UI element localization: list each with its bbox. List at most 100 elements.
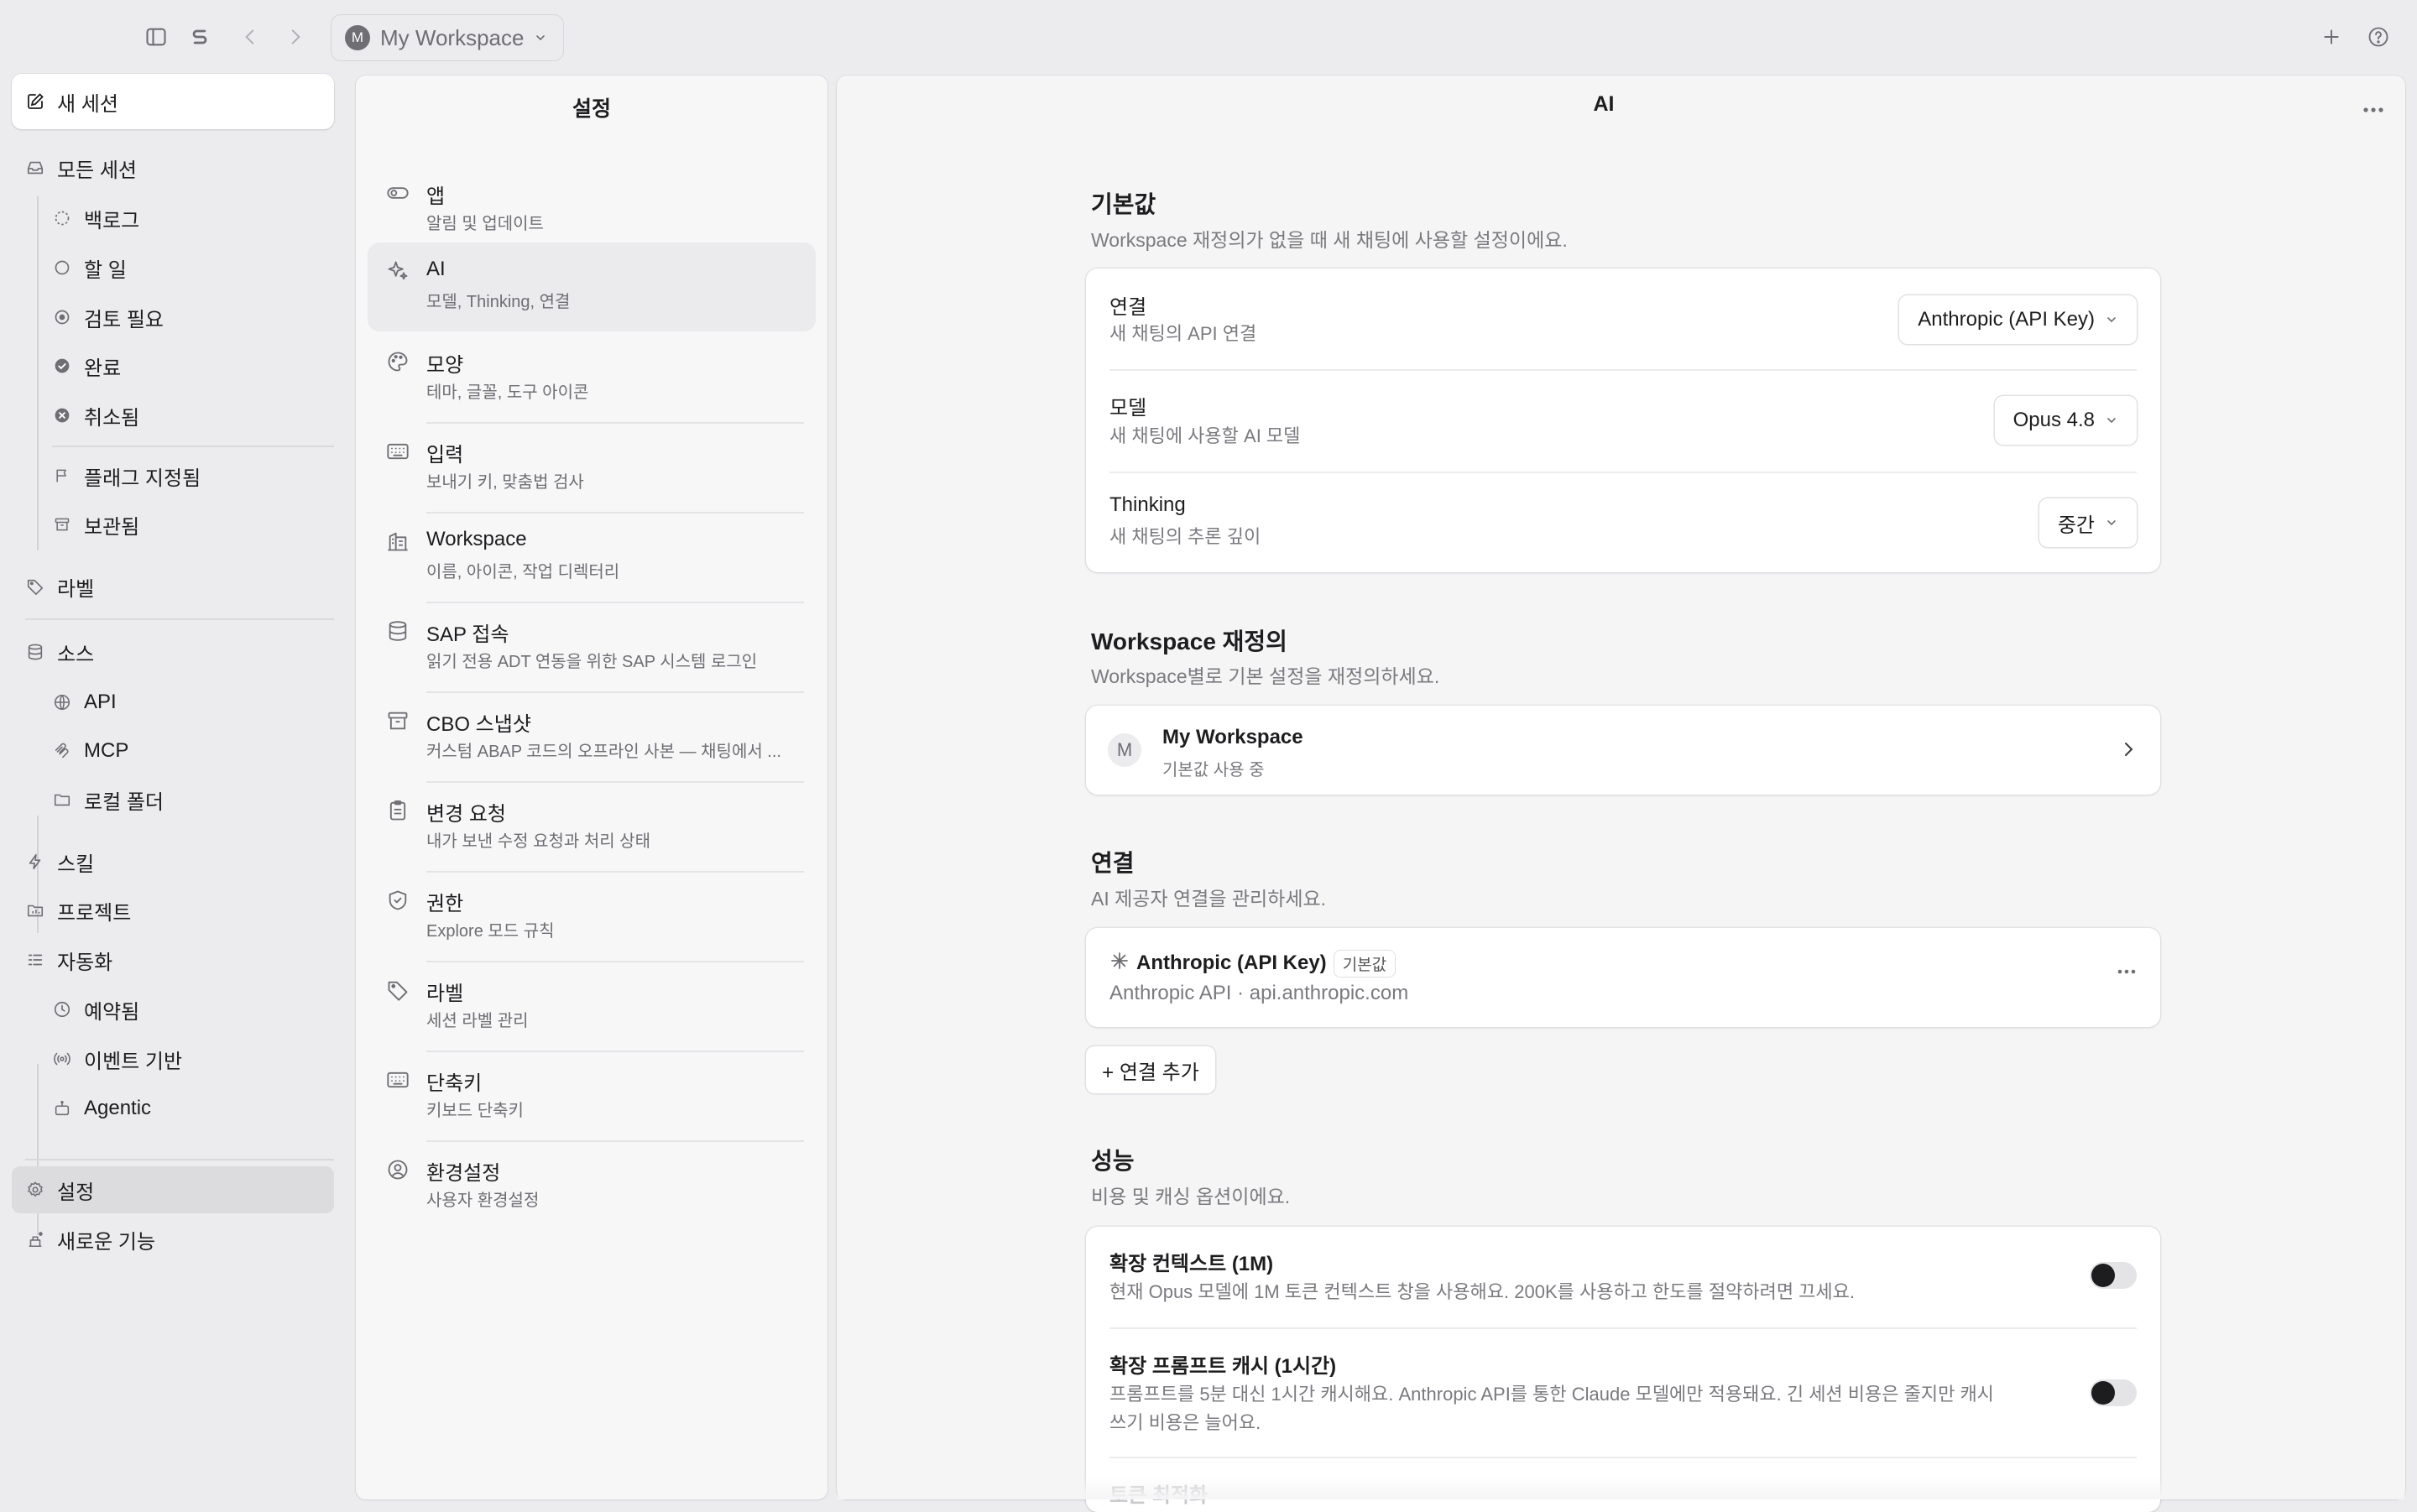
sidebar-label: 설정 [57,1181,95,1204]
connection-detail: Anthropic API · api.anthropic.com [1109,982,1409,1004]
performance-card: 확장 컨텍스트 (1M) 현재 Opus 모델에 1M 토큰 컨텍스트 창을 사… [1086,1227,2160,1512]
prompt-cache-sub-line1: 프롬프트를 5분 대신 1시간 캐시해요. Anthropic API를 통한 … [1109,1384,1994,1405]
settings-item-2[interactable]: 모양 테마, 글꼴, 도구 아이콘 [368,333,816,422]
settings-item-4[interactable]: Workspace 이름, 아이콘, 작업 디렉터리 [368,513,816,602]
sidebar-item-mcp[interactable]: MCP [12,727,334,774]
thinking-sub: 새 채팅의 추론 깊이 [1109,526,1261,547]
check-circle-icon [52,356,72,376]
more-options-icon[interactable] [2358,95,2388,125]
radio-broadcast-icon [52,1049,72,1069]
folder-chart-icon [25,900,45,920]
thinking-dropdown[interactable]: 중간 [2039,498,2137,547]
sidebar-item-archived[interactable]: 보관됨 [12,501,334,548]
gear-icon [25,1180,45,1200]
connection-label: 연결 [1109,296,1147,319]
settings-item-7[interactable]: 변경 요청 내가 보낸 수정 요청과 처리 상태 [368,782,816,871]
override-subtitle: Workspace별로 기본 설정을 재정의하세요. [1091,665,1440,687]
help-icon[interactable] [2363,22,2394,52]
toggle-icon [386,181,410,205]
settings-item-11[interactable]: 환경설정 사용자 환경설정 [368,1141,816,1230]
dropdown-value: Opus 4.8 [2012,409,2095,431]
connection-sub: 새 채팅의 API 연결 [1109,323,1257,344]
prompt-cache-sub-line2: 쓰기 비용은 늘어요. [1109,1412,1261,1433]
sidebar-item-agentic[interactable]: Agentic [12,1085,334,1132]
workspace-status: 기본값 사용 중 [1162,761,1265,779]
sidebar-item-api[interactable]: API [12,679,334,726]
extended-context-toggle[interactable] [2090,1262,2137,1289]
sidebar-item-automation[interactable]: 자동화 [12,936,334,983]
sidebar-label: MCP [84,739,129,762]
sidebar-label: 프로젝트 [57,901,132,925]
chevron-down-icon [536,35,546,41]
chevron-right-icon [2118,739,2138,759]
settings-item-3[interactable]: 입력 보내기 키, 맞춤법 검사 [368,423,816,512]
sidebar-label: Agentic [84,1097,152,1119]
workspace-name: My Workspace [1162,726,1303,748]
settings-item-subtitle: 테마, 글꼴, 도구 아이콘 [426,383,589,402]
sidebar-item-event-based[interactable]: 이벤트 기반 [12,1035,334,1082]
settings-item-subtitle: 내가 보낸 수정 요청과 처리 상태 [426,832,650,851]
sidebar-item-settings[interactable]: 설정 [12,1166,334,1213]
dropdown-value: Anthropic (API Key) [1918,308,2095,331]
settings-item-8[interactable]: 권한 Explore 모드 규칙 [368,872,816,961]
connection-more-icon[interactable] [2117,968,2137,975]
settings-item-10[interactable]: 단축키 키보드 단축키 [368,1051,816,1140]
sidebar-label: 새로운 기능 [57,1230,156,1254]
chevron-down-icon [2107,418,2116,424]
database-icon [25,642,45,662]
bot-icon [52,1098,72,1118]
sidebar-item-flagged[interactable]: 플래그 지정됨 [12,452,334,499]
settings-item-subtitle: 모델, Thinking, 연결 [426,293,571,311]
new-session-label: 새 세션 [57,92,118,116]
settings-item-5[interactable]: SAP 접속 읽기 전용 ADT 연동을 위한 SAP 시스템 로그인 [368,602,816,691]
settings-item-title: 앱 [426,185,446,208]
add-connection-button[interactable]: + 연결 추가 [1086,1046,1215,1093]
settings-item-1[interactable]: AI 모델, Thinking, 연결 [368,242,816,331]
sidebar-item-sources[interactable]: 소스 [12,628,334,675]
workspace-switcher[interactable]: M My Workspace [331,14,564,61]
sidebar-item-skills[interactable]: 스킬 [12,838,334,885]
prompt-cache-toggle[interactable] [2090,1379,2137,1406]
workspace-override-row[interactable]: M My Workspace 기본값 사용 중 [1086,706,2160,795]
globe-icon [52,692,72,712]
settings-item-0[interactable]: 앱 알림 및 업데이트 [368,164,816,253]
settings-item-title: AI [426,258,446,280]
sidebar-item-todo[interactable]: 할 일 [12,244,334,291]
sidebar-item-whats-new[interactable]: 새로운 기능 [12,1216,334,1263]
sidebar-item-cancelled[interactable]: 취소됨 [12,392,334,439]
sidebar-toggle-icon[interactable] [141,22,171,52]
performance-subtitle: 비용 및 캐싱 옵션이에요. [1091,1186,1291,1207]
main-title: AI [1593,92,1615,116]
plus-icon[interactable] [2316,22,2347,52]
sidebar-item-needs-review[interactable]: 검토 필요 [12,294,334,341]
sidebar-item-backlog[interactable]: 백로그 [12,195,334,242]
connection-card[interactable]: Anthropic (API Key) 기본값 Anthropic API · a… [1086,928,2160,1027]
sidebar-item-projects[interactable]: 프로젝트 [12,887,334,934]
sidebar-item-local-folder[interactable]: 로컬 폴더 [12,776,334,823]
user-circle-icon [386,1158,410,1181]
app-logo-icon[interactable] [185,22,215,52]
sidebar-label: 플래그 지정됨 [84,467,201,490]
sidebar-label: API [84,691,117,713]
keyboard-icon [386,1068,410,1092]
sidebar-label: 로컬 폴더 [84,790,164,814]
sidebar-label: 보관됨 [84,515,140,539]
tag-icon [25,576,45,597]
settings-item-6[interactable]: CBO 스냅샷 커스텀 ABAP 코드의 오프라인 사본 — 채팅에서 ... [368,692,816,781]
x-circle-icon [52,405,72,425]
forward-arrow-icon[interactable] [280,22,311,52]
sidebar-item-all-sessions[interactable]: 모든 세션 [12,144,334,191]
model-dropdown[interactable]: Opus 4.8 [1994,396,2137,445]
connection-dropdown[interactable]: Anthropic (API Key) [1899,295,2137,344]
archive-icon [386,709,410,733]
sidebar-label: 예약됨 [84,1000,140,1024]
settings-item-9[interactable]: 라벨 세션 라벨 관리 [368,962,816,1051]
sidebar-item-done[interactable]: 완료 [12,342,334,389]
sidebar-item-scheduled[interactable]: 예약됨 [12,986,334,1033]
new-session-button[interactable]: 새 세션 [12,74,334,129]
back-arrow-icon[interactable] [235,22,265,52]
sidebar-item-labels[interactable]: 라벨 [12,563,334,610]
extended-context-sub: 현재 Opus 모델에 1M 토큰 컨텍스트 창을 사용해요. 200K를 사용… [1109,1281,1856,1302]
chevron-down-icon [2107,520,2116,526]
sidebar-label: 이벤트 기반 [84,1050,183,1073]
